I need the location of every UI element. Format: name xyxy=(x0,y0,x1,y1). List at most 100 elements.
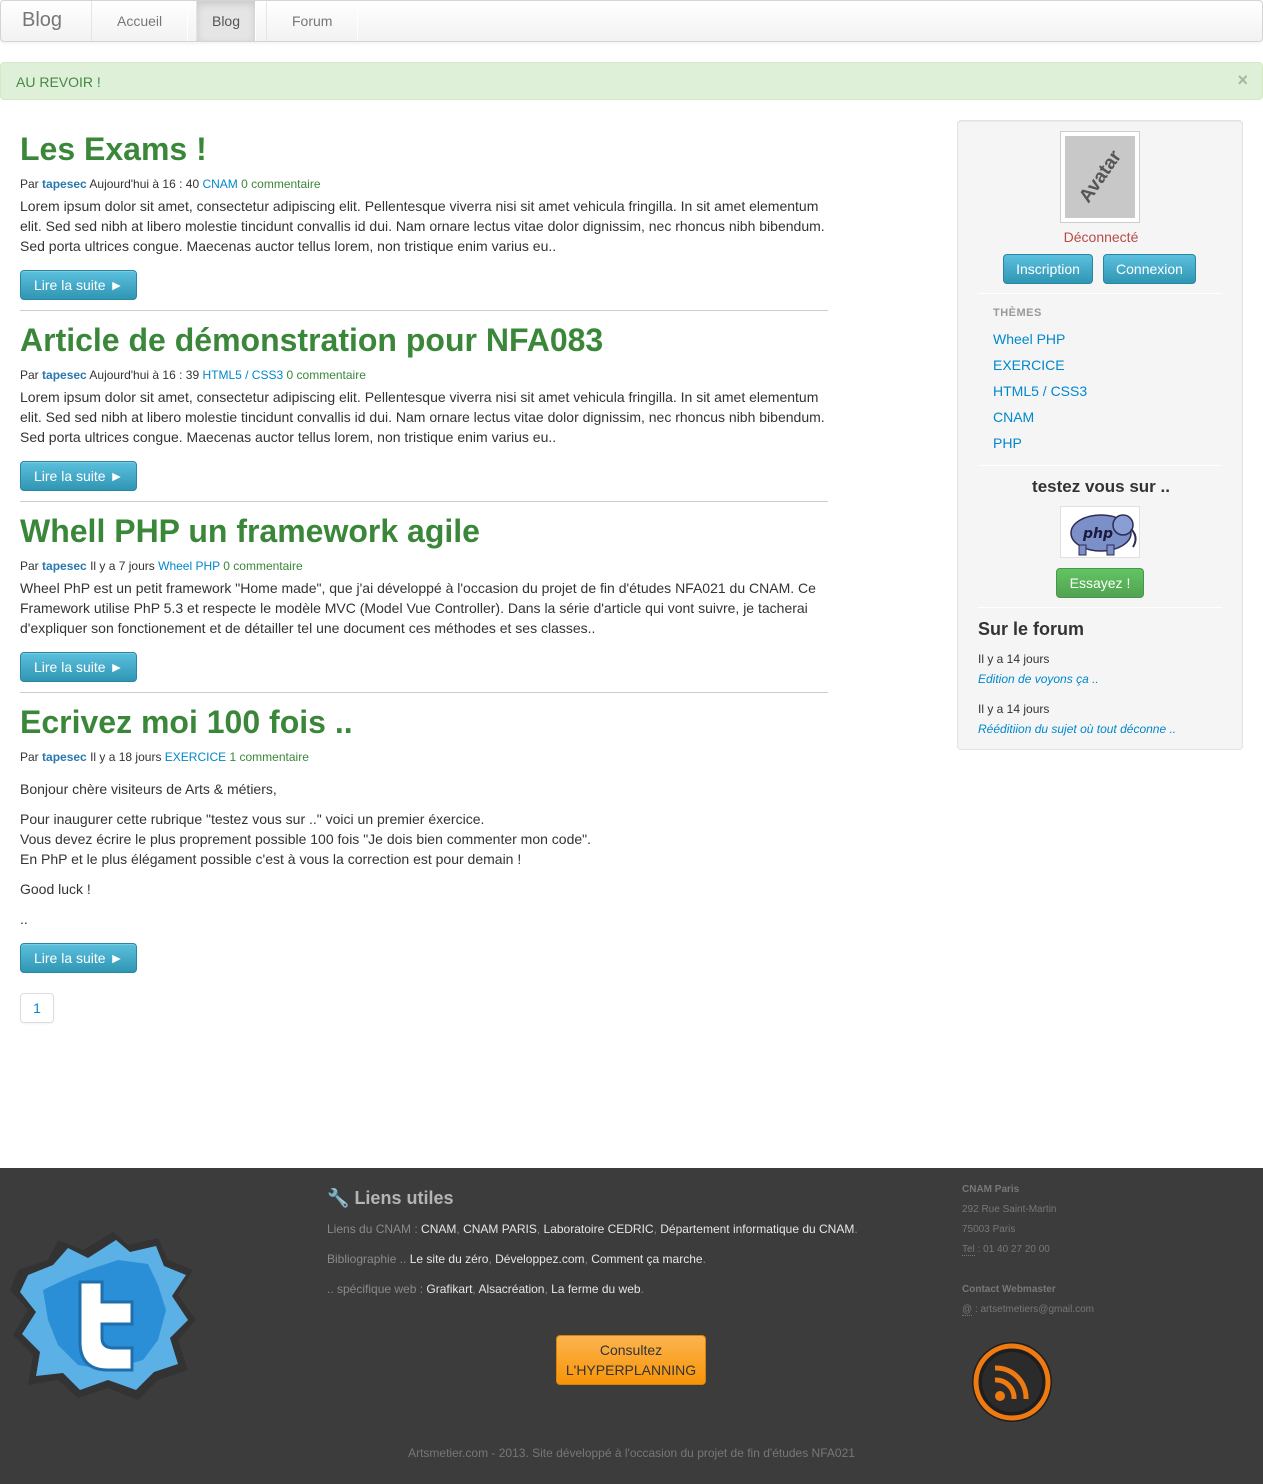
footer-link-developpez[interactable]: Développez.com xyxy=(495,1252,584,1266)
login-status: Déconnecté xyxy=(1063,229,1139,245)
article-meta: Par tapesec Il y a 7 jours Wheel PHP 0 c… xyxy=(20,558,828,574)
nav-item-accueil[interactable]: Accueil xyxy=(91,1,188,41)
footer-links-title: 🔧 Liens utiles xyxy=(327,1188,453,1209)
cnam-links-label: Liens du CNAM : xyxy=(327,1222,418,1236)
biblio-label: Bibliographie .. xyxy=(327,1252,407,1266)
avatar-placeholder: Avatar xyxy=(1065,136,1135,218)
web-label: .. spécifique web : xyxy=(327,1282,424,1296)
read-more-button[interactable]: Lire la suite ► xyxy=(20,943,137,973)
comments-link[interactable]: 0 commentaire xyxy=(241,177,320,191)
footer-link-cedric[interactable]: Laboratoire CEDRIC xyxy=(544,1222,654,1236)
article-date: Il y a 7 jours xyxy=(90,559,155,573)
sidebar-divider xyxy=(978,293,1222,294)
sidebar-divider xyxy=(978,607,1222,608)
main-nav: Accueil Blog Forum xyxy=(91,1,358,41)
excerpt-paragraph: Good luck ! xyxy=(20,881,91,897)
footer-link-alsacreation[interactable]: Alsacréation xyxy=(478,1282,544,1296)
register-button[interactable]: Inscription xyxy=(1003,254,1093,284)
meta-by: Par xyxy=(20,750,39,764)
article-meta: Par tapesec Aujourd'hui à 16 : 39 HTML5 … xyxy=(20,367,828,383)
theme-link-php[interactable]: PHP xyxy=(993,435,1022,451)
footer-link-dept-info[interactable]: Département informatique du CNAM xyxy=(660,1222,854,1236)
article-divider xyxy=(20,310,828,311)
footer-link-comment-ca-marche[interactable]: Comment ça marche xyxy=(591,1252,702,1266)
forum-post-date: Il y a 14 jours xyxy=(978,702,1050,716)
article-title[interactable]: Whell PHP un framework agile xyxy=(20,512,828,550)
address-city: 75003 Paris xyxy=(962,1224,1016,1235)
tel-label: Tel xyxy=(962,1244,975,1256)
category-link[interactable]: HTML5 / CSS3 xyxy=(202,368,283,382)
author-link[interactable]: tapesec xyxy=(42,559,87,573)
category-link[interactable]: EXERCICE xyxy=(165,750,226,764)
read-more-button[interactable]: Lire la suite ► xyxy=(20,652,137,682)
footer-link-site-du-zero[interactable]: Le site du zéro xyxy=(410,1252,489,1266)
brand-link[interactable]: Blog xyxy=(22,9,62,32)
article: Whell PHP un framework agile Par tapesec… xyxy=(20,512,828,648)
excerpt-paragraph: En PhP et le plus élégament possible c'e… xyxy=(20,851,522,867)
nav-item-forum[interactable]: Forum xyxy=(266,1,358,41)
comments-link[interactable]: 0 commentaire xyxy=(223,559,302,573)
top-navbar: Blog Accueil Blog Forum xyxy=(0,0,1263,42)
article-excerpt: Lorem ipsum dolor sit amet, consectetur … xyxy=(20,196,828,256)
wrench-icon: 🔧 xyxy=(327,1188,350,1208)
forum-post-link[interactable]: Edition de voyons ça .. xyxy=(978,672,1099,686)
category-link[interactable]: CNAM xyxy=(202,177,237,191)
comments-link[interactable]: 0 commentaire xyxy=(287,368,366,382)
footer-link-cnam-paris[interactable]: CNAM PARIS xyxy=(463,1222,537,1236)
author-link[interactable]: tapesec xyxy=(42,750,87,764)
theme-link-wheel-php[interactable]: Wheel PHP xyxy=(993,331,1065,347)
address-title: CNAM Paris xyxy=(962,1184,1020,1195)
copyright: Artsmetier.com - 2013. Site développé à … xyxy=(408,1446,855,1460)
footer-link-ferme-du-web[interactable]: La ferme du web xyxy=(551,1282,640,1296)
rss-icon[interactable] xyxy=(970,1340,1054,1424)
pagination-page-1[interactable]: 1 xyxy=(20,993,54,1023)
alert-message: AU REVOIR ! xyxy=(16,74,101,90)
sidebar-divider xyxy=(978,465,1222,466)
nav-item-blog[interactable]: Blog xyxy=(196,1,256,41)
read-more-button[interactable]: Lire la suite ► xyxy=(20,461,137,491)
theme-link-html5-css3[interactable]: HTML5 / CSS3 xyxy=(993,383,1087,399)
author-link[interactable]: tapesec xyxy=(42,368,87,382)
article-date: Il y a 18 jours xyxy=(90,750,162,764)
meta-by: Par xyxy=(20,559,39,573)
avatar-label: Avatar xyxy=(1075,146,1126,207)
excerpt-paragraph: Lorem ipsum dolor sit amet, consectetur … xyxy=(20,198,825,254)
try-button[interactable]: Essayez ! xyxy=(1056,568,1144,598)
meta-by: Par xyxy=(20,368,39,382)
php-elephant-icon: php xyxy=(1060,506,1140,558)
article-title[interactable]: Ecrivez moi 100 fois .. xyxy=(20,703,828,741)
hyperplanning-line2: L'HYPERPLANNING xyxy=(565,1362,697,1378)
close-icon[interactable]: × xyxy=(1237,70,1248,91)
test-yourself-title: testez vous sur .. xyxy=(1032,477,1170,496)
login-button[interactable]: Connexion xyxy=(1103,254,1196,284)
article-divider xyxy=(20,501,828,502)
article-title[interactable]: Article de démonstration pour NFA083 xyxy=(20,321,828,359)
php-logo-text: php xyxy=(1082,526,1113,542)
footer-cnam-links: Liens du CNAM : CNAM, CNAM PARIS, Labora… xyxy=(327,1222,858,1236)
twitter-icon[interactable] xyxy=(8,1230,198,1402)
footer: 🔧 Liens utiles Liens du CNAM : CNAM, CNA… xyxy=(0,1168,1263,1484)
email-value[interactable]: : artsetmetiers@gmail.com xyxy=(975,1304,1094,1315)
avatar: Avatar xyxy=(1060,131,1140,223)
meta-by: Par xyxy=(20,177,39,191)
excerpt-paragraph: Wheel PhP est un petit framework "Home m… xyxy=(20,580,816,636)
article-excerpt: Wheel PhP est un petit framework "Home m… xyxy=(20,578,828,638)
author-link[interactable]: tapesec xyxy=(42,177,87,191)
theme-link-cnam[interactable]: CNAM xyxy=(993,409,1034,425)
hyperplanning-button[interactable]: Consultez L'HYPERPLANNING xyxy=(556,1335,706,1385)
footer-link-cnam[interactable]: CNAM xyxy=(421,1222,456,1236)
theme-link-exercice[interactable]: EXERCICE xyxy=(993,357,1065,373)
article-date: Aujourd'hui à 16 : 40 xyxy=(89,177,200,191)
forum-post-link[interactable]: Rééditiion du sujet où tout déconne .. xyxy=(978,722,1176,736)
read-more-button[interactable]: Lire la suite ► xyxy=(20,270,137,300)
article-excerpt: Bonjour chère visiteurs de Arts & métier… xyxy=(20,779,828,929)
article-meta: Par tapesec Aujourd'hui à 16 : 40 CNAM 0… xyxy=(20,176,828,192)
category-link[interactable]: Wheel PHP xyxy=(158,559,220,573)
footer-link-grafikart[interactable]: Grafikart xyxy=(426,1282,472,1296)
excerpt-paragraph: .. xyxy=(20,911,28,927)
comments-link[interactable]: 1 commentaire xyxy=(230,750,309,764)
footer-links-heading: Liens utiles xyxy=(354,1188,454,1208)
article-title[interactable]: Les Exams ! xyxy=(20,130,828,168)
address-street: 292 Rue Saint-Martin xyxy=(962,1204,1057,1215)
themes-header: THÈMES xyxy=(993,307,1042,319)
